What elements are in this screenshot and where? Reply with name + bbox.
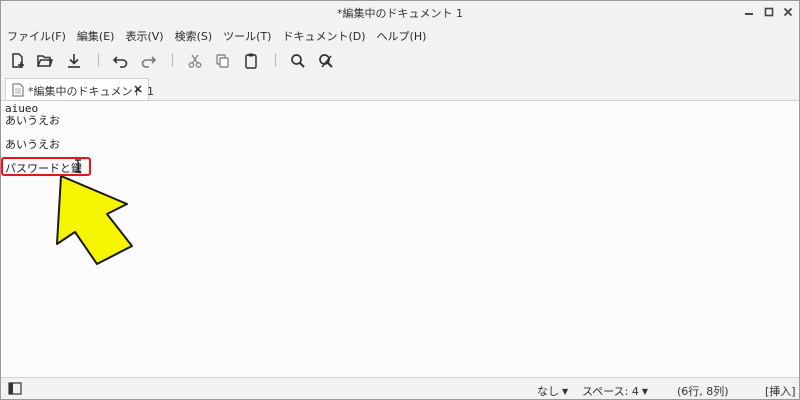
close-button[interactable]	[780, 4, 796, 20]
menu-file[interactable]: ファイル(F)	[1, 25, 71, 45]
minimize-icon	[745, 13, 753, 15]
maximize-icon	[764, 7, 774, 17]
document-icon	[12, 83, 24, 97]
paste-icon	[245, 53, 257, 69]
editor-window: *編集中のドキュメント 1 ファイル(F) 編集(E) 表示(V) 検索(S) …	[0, 0, 800, 400]
window-title: *編集中のドキュメント 1	[337, 7, 463, 20]
search-button[interactable]	[288, 52, 308, 70]
insert-mode-indicator: [挿入]	[765, 385, 796, 398]
cursor-position: (6行, 8列)	[677, 385, 729, 398]
editor-line-2: あいうえお	[5, 114, 60, 127]
tab-bar: *編集中のドキュメント 1	[1, 78, 799, 101]
menu-search[interactable]: 検索(S)	[169, 25, 218, 45]
new-document-button[interactable]	[8, 52, 28, 70]
undo-icon	[112, 56, 128, 68]
editor-line-4: あいうえお	[5, 138, 60, 151]
toolbar-separator	[172, 53, 173, 67]
toolbar-separator	[275, 53, 276, 67]
tab-close-icon[interactable]	[131, 82, 145, 96]
language-selector[interactable]: なし ▼	[537, 383, 568, 399]
chevron-down-icon: ▼	[641, 387, 649, 396]
title-bar: *編集中のドキュメント 1	[1, 1, 799, 23]
tab-width-selector[interactable]: スペース: 4 ▼	[582, 383, 648, 399]
redo-icon	[141, 56, 157, 68]
annotation-arrow-icon	[39, 176, 139, 266]
copy-button[interactable]	[212, 52, 232, 70]
language-label: なし	[537, 385, 559, 398]
menu-help[interactable]: ヘルプ(H)	[371, 25, 432, 45]
menu-view[interactable]: 表示(V)	[119, 25, 168, 45]
find-replace-button[interactable]	[316, 52, 336, 70]
minimize-button[interactable]	[741, 4, 757, 20]
save-button[interactable]	[64, 52, 84, 70]
sidebar-toggle-icon[interactable]	[8, 382, 22, 395]
paste-button[interactable]	[241, 52, 261, 70]
cut-button[interactable]	[185, 52, 205, 70]
redo-button[interactable]	[138, 52, 158, 70]
close-icon	[783, 7, 793, 17]
cut-icon	[188, 54, 202, 68]
toolbar-separator	[98, 53, 99, 67]
text-cursor-icon	[75, 159, 81, 173]
save-download-icon	[68, 54, 80, 68]
copy-icon	[216, 54, 229, 68]
menu-bar: ファイル(F) 編集(E) 表示(V) 検索(S) ツール(T) ドキュメント(…	[1, 25, 799, 45]
menu-tools[interactable]: ツール(T)	[217, 25, 276, 45]
tab-document-1[interactable]: *編集中のドキュメント 1	[5, 78, 154, 100]
tab-width-label: スペース: 4	[582, 385, 639, 398]
search-icon	[291, 54, 305, 68]
status-bar: なし ▼ スペース: 4 ▼ (6行, 8列) [挿入]	[1, 377, 799, 399]
undo-button[interactable]	[111, 52, 131, 70]
find-replace-icon	[319, 54, 333, 68]
open-folder-icon	[37, 55, 54, 67]
toolbar	[1, 47, 799, 75]
menu-documents[interactable]: ドキュメント(D)	[276, 25, 370, 45]
menu-edit[interactable]: 編集(E)	[71, 25, 120, 45]
open-button[interactable]	[35, 52, 55, 70]
maximize-button[interactable]	[761, 4, 777, 20]
new-document-icon	[12, 53, 24, 68]
chevron-down-icon: ▼	[562, 387, 569, 396]
